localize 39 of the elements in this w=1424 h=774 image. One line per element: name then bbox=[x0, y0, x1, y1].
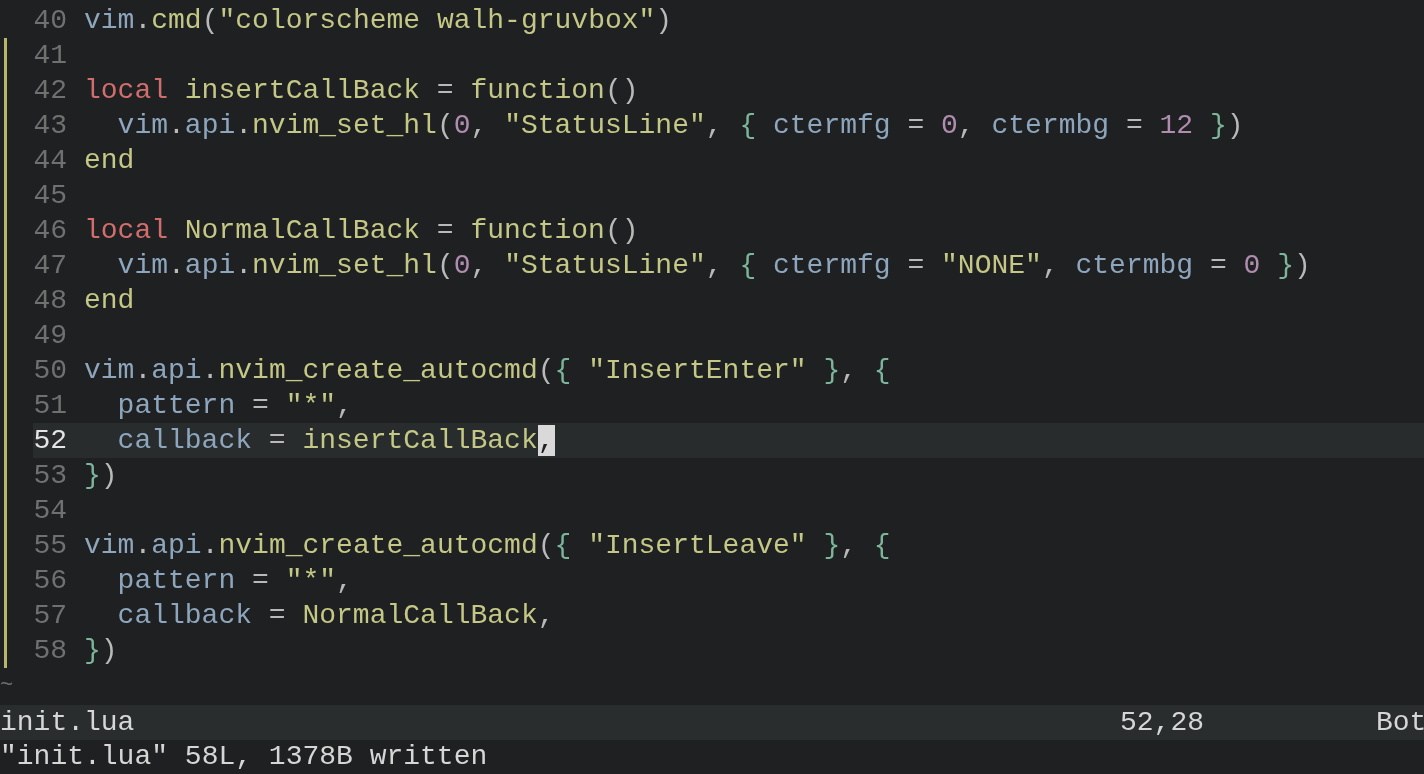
code-line: local NormalCallBack = function() bbox=[84, 214, 639, 248]
line-number: 40 bbox=[33, 4, 67, 38]
code-line: }) bbox=[84, 634, 118, 668]
line-number: 57 bbox=[33, 599, 67, 633]
scroll-position: Bot bbox=[1376, 706, 1424, 740]
line-number: 55 bbox=[33, 529, 67, 563]
empty-line-marker: ~ bbox=[0, 672, 14, 700]
code-line: callback = insertCallBack, bbox=[116, 424, 555, 458]
line-number: 42 bbox=[33, 74, 67, 108]
line-number: 44 bbox=[33, 144, 67, 178]
line-number: 46 bbox=[33, 214, 67, 248]
line-number: 54 bbox=[33, 494, 67, 528]
code-line: vim.cmd("colorscheme walh-gruvbox") bbox=[84, 4, 673, 38]
line-number: 48 bbox=[33, 284, 67, 318]
line-number: 56 bbox=[33, 564, 67, 598]
code-line: }) bbox=[84, 459, 118, 493]
line-number: 41 bbox=[33, 39, 67, 73]
code-line: vim.api.nvim_set_hl(0, "StatusLine", { ctermfg = "NONE", ctermbg = 0 }) bbox=[116, 249, 1311, 283]
message-line: "init.lua" 58L, 1378B written bbox=[0, 740, 488, 774]
file-name: init.lua bbox=[0, 706, 136, 740]
code-line: vim.api.nvim_create_autocmd({ "InsertLeave" }, { bbox=[84, 529, 891, 563]
line-number: 49 bbox=[33, 319, 67, 353]
line-number: 53 bbox=[33, 459, 67, 493]
line-number: 50 bbox=[33, 354, 67, 388]
code-line: vim.api.nvim_create_autocmd({ "InsertEnter" }, { bbox=[84, 354, 891, 388]
code-line: end bbox=[84, 284, 135, 318]
line-number: 58 bbox=[33, 634, 67, 668]
code-line: pattern = "*", bbox=[116, 564, 353, 598]
code-line: callback = NormalCallBack, bbox=[116, 599, 555, 633]
line-number: 52 bbox=[33, 424, 67, 458]
cursor-position: 52,28 bbox=[1120, 706, 1205, 740]
code-line: local insertCallBack = function() bbox=[84, 74, 639, 108]
code-line: end bbox=[84, 144, 135, 178]
line-number: 47 bbox=[33, 249, 67, 283]
code-line: vim.api.nvim_set_hl(0, "StatusLine", { ctermfg = 0, ctermbg = 12 }) bbox=[116, 109, 1244, 143]
line-number: 43 bbox=[33, 109, 67, 143]
code-line: pattern = "*", bbox=[116, 389, 353, 423]
line-number: 45 bbox=[33, 179, 67, 213]
line-number: 51 bbox=[33, 389, 67, 423]
